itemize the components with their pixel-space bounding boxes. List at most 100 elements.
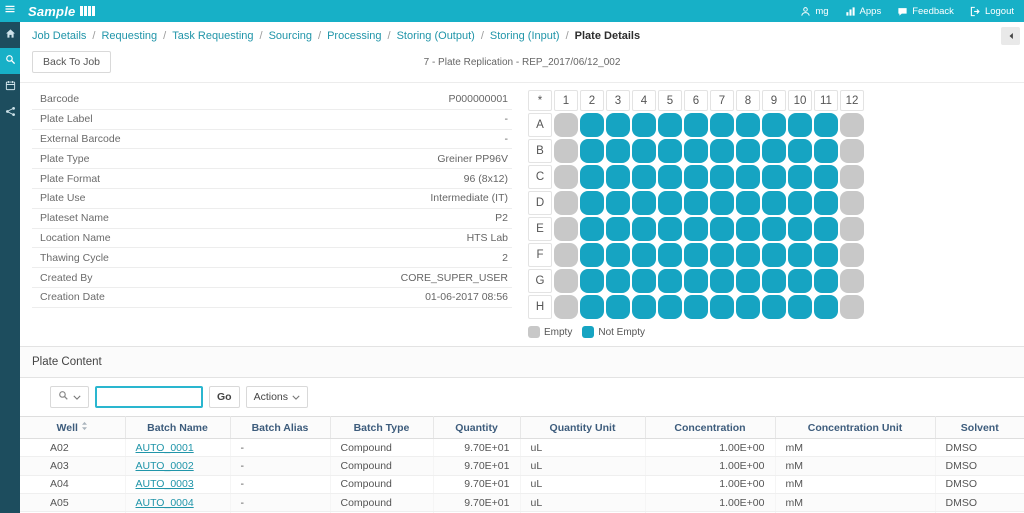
nav-item-apps[interactable]: Apps	[845, 6, 882, 17]
well-C04[interactable]	[632, 165, 656, 189]
well-G10[interactable]	[788, 269, 812, 293]
well-A06[interactable]	[684, 113, 708, 137]
well-E10[interactable]	[788, 217, 812, 241]
well-G04[interactable]	[632, 269, 656, 293]
well-H07[interactable]	[710, 295, 734, 319]
well-C07[interactable]	[710, 165, 734, 189]
well-E11[interactable]	[814, 217, 838, 241]
well-B10[interactable]	[788, 139, 812, 163]
batch-name-link[interactable]: AUTO_0004	[136, 497, 194, 509]
well-H08[interactable]	[736, 295, 760, 319]
column-header-batch-type[interactable]: Batch Type	[330, 417, 433, 439]
column-header-solvent[interactable]: Solvent	[935, 417, 1024, 439]
well-B06[interactable]	[684, 139, 708, 163]
well-F01[interactable]	[554, 243, 578, 267]
breadcrumb-link[interactable]: Requesting	[101, 30, 157, 42]
well-G08[interactable]	[736, 269, 760, 293]
well-A04[interactable]	[632, 113, 656, 137]
well-A09[interactable]	[762, 113, 786, 137]
well-A11[interactable]	[814, 113, 838, 137]
well-H04[interactable]	[632, 295, 656, 319]
well-G01[interactable]	[554, 269, 578, 293]
well-D05[interactable]	[658, 191, 682, 215]
well-H11[interactable]	[814, 295, 838, 319]
well-G09[interactable]	[762, 269, 786, 293]
batch-name-link[interactable]: AUTO_0001	[136, 442, 194, 454]
breadcrumb-link[interactable]: Sourcing	[269, 30, 312, 42]
well-D03[interactable]	[606, 191, 630, 215]
well-G05[interactable]	[658, 269, 682, 293]
column-header-concentration-unit[interactable]: Concentration Unit	[775, 417, 935, 439]
collapse-panel-button[interactable]	[1001, 27, 1020, 45]
well-B02[interactable]	[580, 139, 604, 163]
well-B05[interactable]	[658, 139, 682, 163]
sidebar-item-share[interactable]	[0, 100, 20, 126]
well-B09[interactable]	[762, 139, 786, 163]
well-C12[interactable]	[840, 165, 864, 189]
column-header-batch-name[interactable]: Batch Name	[125, 417, 230, 439]
well-D02[interactable]	[580, 191, 604, 215]
nav-item-mg[interactable]: mg	[800, 6, 828, 17]
well-A08[interactable]	[736, 113, 760, 137]
column-header-quantity-unit[interactable]: Quantity Unit	[520, 417, 645, 439]
well-B03[interactable]	[606, 139, 630, 163]
well-H06[interactable]	[684, 295, 708, 319]
well-E06[interactable]	[684, 217, 708, 241]
search-column-dropdown-button[interactable]	[50, 386, 89, 408]
column-header-well[interactable]: Well	[20, 417, 125, 439]
well-H03[interactable]	[606, 295, 630, 319]
well-F06[interactable]	[684, 243, 708, 267]
well-F03[interactable]	[606, 243, 630, 267]
well-G06[interactable]	[684, 269, 708, 293]
well-B12[interactable]	[840, 139, 864, 163]
well-B01[interactable]	[554, 139, 578, 163]
well-E03[interactable]	[606, 217, 630, 241]
batch-name-link[interactable]: AUTO_0003	[136, 478, 194, 490]
well-B04[interactable]	[632, 139, 656, 163]
well-E12[interactable]	[840, 217, 864, 241]
well-H09[interactable]	[762, 295, 786, 319]
well-G03[interactable]	[606, 269, 630, 293]
well-F09[interactable]	[762, 243, 786, 267]
well-F05[interactable]	[658, 243, 682, 267]
well-E08[interactable]	[736, 217, 760, 241]
well-C02[interactable]	[580, 165, 604, 189]
well-D09[interactable]	[762, 191, 786, 215]
well-C05[interactable]	[658, 165, 682, 189]
well-C10[interactable]	[788, 165, 812, 189]
well-B11[interactable]	[814, 139, 838, 163]
actions-button[interactable]: Actions	[246, 386, 308, 408]
well-A01[interactable]	[554, 113, 578, 137]
well-D06[interactable]	[684, 191, 708, 215]
well-D07[interactable]	[710, 191, 734, 215]
well-D01[interactable]	[554, 191, 578, 215]
well-D08[interactable]	[736, 191, 760, 215]
well-E02[interactable]	[580, 217, 604, 241]
sidebar-item-calendar[interactable]	[0, 74, 20, 100]
well-H02[interactable]	[580, 295, 604, 319]
well-F07[interactable]	[710, 243, 734, 267]
breadcrumb-link[interactable]: Storing (Output)	[397, 30, 475, 42]
well-H01[interactable]	[554, 295, 578, 319]
well-F10[interactable]	[788, 243, 812, 267]
well-E01[interactable]	[554, 217, 578, 241]
well-B08[interactable]	[736, 139, 760, 163]
search-input[interactable]	[95, 386, 203, 408]
well-H10[interactable]	[788, 295, 812, 319]
sidebar-item-home[interactable]	[0, 22, 20, 48]
well-D04[interactable]	[632, 191, 656, 215]
well-G02[interactable]	[580, 269, 604, 293]
well-F04[interactable]	[632, 243, 656, 267]
go-button[interactable]: Go	[209, 386, 240, 408]
well-B07[interactable]	[710, 139, 734, 163]
well-F11[interactable]	[814, 243, 838, 267]
well-E05[interactable]	[658, 217, 682, 241]
column-header-batch-alias[interactable]: Batch Alias	[230, 417, 330, 439]
well-C06[interactable]	[684, 165, 708, 189]
breadcrumb-link[interactable]: Processing	[327, 30, 381, 42]
well-F08[interactable]	[736, 243, 760, 267]
well-H05[interactable]	[658, 295, 682, 319]
well-G11[interactable]	[814, 269, 838, 293]
well-E09[interactable]	[762, 217, 786, 241]
well-C09[interactable]	[762, 165, 786, 189]
